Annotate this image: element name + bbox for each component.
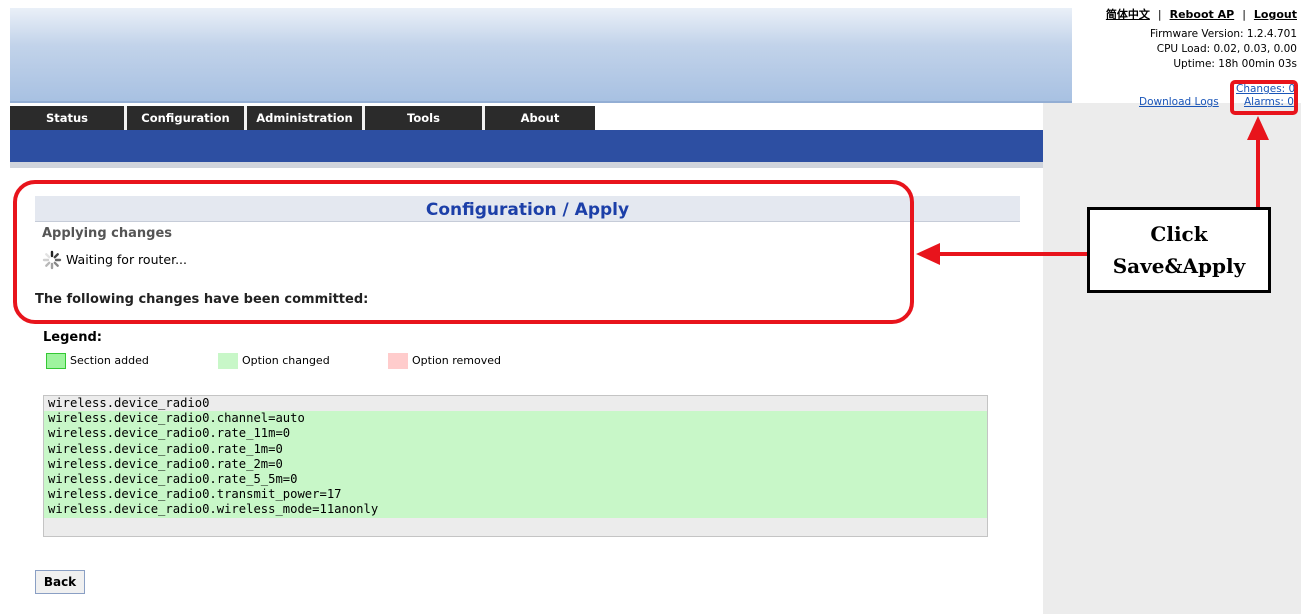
annotation-callout: Click Save&Apply (1087, 207, 1271, 293)
up-arrowhead-icon (1247, 116, 1269, 140)
left-arrowhead-icon (916, 243, 940, 265)
annotation-line-2: Save&Apply (1112, 254, 1246, 278)
annotation-line-1: Click (1150, 222, 1208, 246)
annotation-arrows (916, 116, 1269, 265)
